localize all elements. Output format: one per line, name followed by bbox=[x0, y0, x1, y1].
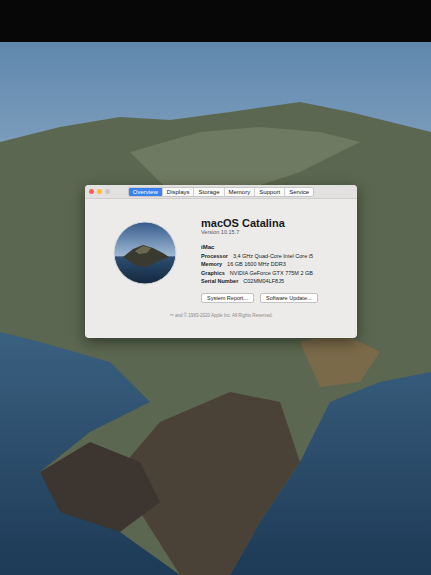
monitor-bezel bbox=[0, 0, 431, 42]
spec-row: Graphics NVIDIA GeForce GTX 775M 2 GB bbox=[201, 269, 318, 277]
spec-value: NVIDIA GeForce GTX 775M 2 GB bbox=[230, 269, 313, 277]
spec-label: Processor bbox=[201, 252, 228, 260]
about-this-mac-window[interactable]: OverviewDisplaysStorageMemorySupportServ… bbox=[85, 185, 357, 338]
button-row: System Report... Software Update... bbox=[201, 293, 318, 303]
model-name: iMac bbox=[201, 244, 318, 250]
title-bar: OverviewDisplaysStorageMemorySupportServ… bbox=[85, 185, 357, 199]
close-button-icon[interactable] bbox=[89, 189, 94, 194]
button[interactable]: Software Update... bbox=[260, 293, 318, 303]
os-version: Version 10.15.7 bbox=[201, 229, 318, 235]
tab[interactable]: Storage bbox=[194, 188, 224, 196]
spec-row: Processor 3,4 GHz Quad-Core Intel Core i5 bbox=[201, 252, 318, 260]
spec-label: Graphics bbox=[201, 269, 225, 277]
spec-label: Serial Number bbox=[201, 277, 238, 285]
spec-label: Memory bbox=[201, 260, 222, 268]
spec-list: Processor 3,4 GHz Quad-Core Intel Core i5… bbox=[201, 252, 318, 285]
spec-value: 3,4 GHz Quad-Core Intel Core i5 bbox=[233, 252, 313, 260]
catalina-icon bbox=[113, 221, 177, 285]
spec-row: Memory 16 GB 1600 MHz DDR3 bbox=[201, 260, 318, 268]
spec-value: 16 GB 1600 MHz DDR3 bbox=[227, 260, 286, 268]
copyright-footer: ™ and © 1983-2020 Apple Inc. All Rights … bbox=[85, 309, 357, 322]
tab[interactable]: Overview bbox=[129, 188, 163, 196]
minimize-button-icon[interactable] bbox=[97, 189, 102, 194]
spec-value: C02MM04LF8J5 bbox=[243, 277, 284, 285]
os-name: macOS Catalina bbox=[201, 217, 318, 229]
zoom-button-icon[interactable] bbox=[105, 189, 110, 194]
spec-row: Serial Number C02MM04LF8J5 bbox=[201, 277, 318, 285]
tab[interactable]: Service bbox=[285, 188, 313, 196]
desktop: OverviewDisplaysStorageMemorySupportServ… bbox=[0, 42, 431, 575]
tab[interactable]: Support bbox=[255, 188, 285, 196]
button[interactable]: System Report... bbox=[201, 293, 254, 303]
tab-bar: OverviewDisplaysStorageMemorySupportServ… bbox=[128, 187, 314, 197]
tab[interactable]: Memory bbox=[225, 188, 256, 196]
tab[interactable]: Displays bbox=[163, 188, 195, 196]
